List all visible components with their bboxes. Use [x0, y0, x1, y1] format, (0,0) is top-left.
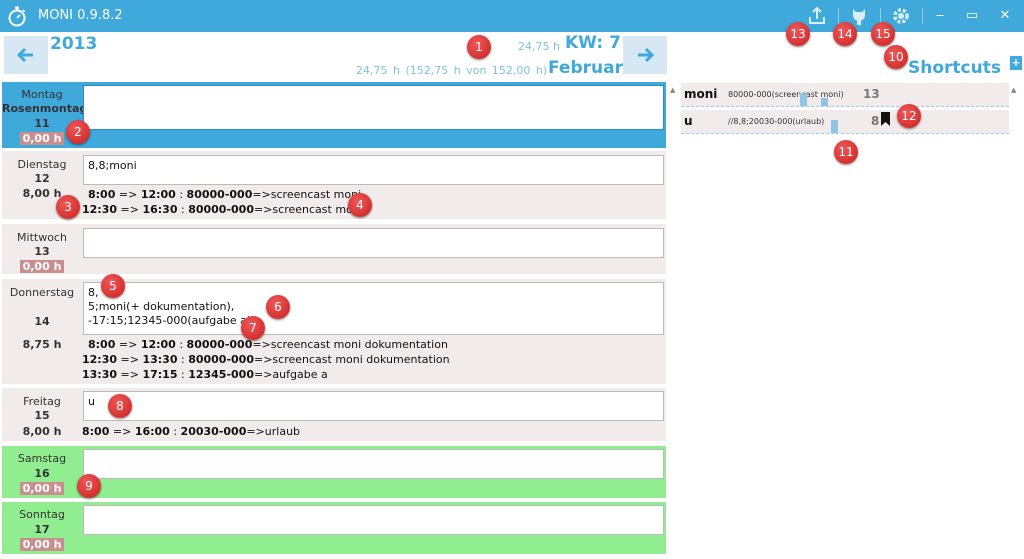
annotation-badge: 12 [897, 104, 921, 128]
add-shortcut-button[interactable]: + [1010, 56, 1022, 70]
time-segment: 13:30 => 17:15 : 12345-000=>aufgabe a [82, 368, 328, 381]
bookmark-icon[interactable] [881, 112, 890, 126]
usage-bar [821, 98, 828, 106]
day-number: 12 [34, 172, 50, 185]
annotation-badge: 10 [884, 45, 908, 69]
shortcuts-title: Shortcuts [908, 58, 1001, 78]
app-title: MONI 0.9.8.2 [38, 8, 123, 23]
title-bar: MONI 0.9.8.2 ‒ ▭ ✕ [0, 0, 1024, 32]
day-friday: Freitag 15 8,00 h u 8:00 => 16:00 : 2003… [2, 388, 666, 441]
annotation-badge: 2 [66, 120, 90, 144]
arrow-left-icon [17, 47, 33, 63]
gear-icon[interactable] [889, 4, 913, 28]
shortcut-key: moni [684, 87, 718, 101]
day-number: 17 [34, 523, 50, 536]
next-week-button[interactable] [623, 36, 667, 74]
day-name: Montag [21, 88, 63, 101]
day-hours: 8,00 h [22, 425, 62, 438]
day-tuesday: Dienstag 12 8,00 h 8,8;moni 8:00 => 12:0… [2, 151, 666, 219]
time-segment: 8:00 => 16:00 : 20030-000=>urlaub [82, 425, 301, 438]
time-segment: 12:30 => 16:30 : 80000-000=>screencast m… [82, 203, 363, 216]
entry-input-saturday[interactable] [83, 449, 664, 479]
day-hours: 0,00 h [2, 260, 82, 273]
entry-input-tuesday[interactable]: 8,8;moni [83, 155, 664, 185]
entry-input-sunday[interactable] [83, 505, 664, 535]
day-name: Mittwoch [17, 231, 67, 244]
day-number: 16 [34, 467, 50, 480]
stopwatch-icon [8, 6, 26, 27]
annotation-badge: 1 [467, 35, 491, 59]
entry-input-friday[interactable]: u [83, 391, 664, 421]
time-segment: 8:00 => 12:00 : 80000-000=>screencast mo… [88, 188, 362, 201]
day-thursday: Donnerstag 14 8,75 h 8, 5;moni(+ dokumen… [2, 279, 666, 384]
entry-input-thursday[interactable]: 8, 5;moni(+ dokumentation), -17:15;12345… [83, 282, 664, 335]
shortcut-count: 13 [863, 87, 880, 101]
week-hours: 24,75 h [518, 40, 560, 53]
annotation-badge: 15 [871, 22, 895, 46]
holiday-name: Rosenmontag [2, 102, 88, 115]
arrow-right-icon [638, 47, 654, 63]
annotation-badge: 6 [266, 295, 290, 319]
usage-bar [831, 120, 838, 133]
day-name: Sonntag [19, 508, 65, 521]
entry-input-wednesday[interactable] [83, 228, 664, 258]
annotation-badge: 4 [348, 193, 372, 217]
annotation-badge: 8 [108, 394, 132, 418]
shortcut-row-u[interactable]: u //8,8;20030-000(urlaub) 8 [681, 110, 1009, 134]
day-number: 14 [34, 315, 50, 328]
week-label: KW: 7 [565, 33, 621, 53]
day-name: Donnerstag [9, 286, 75, 299]
day-wednesday: Mittwoch 13 0,00 h [2, 224, 666, 274]
shortcut-count: 8 [871, 114, 880, 128]
day-number: 15 [34, 409, 50, 422]
day-saturday: Samstag 16 0,00 h [2, 446, 666, 498]
day-hours: 8,75 h [22, 338, 62, 351]
day-name: Freitag [23, 395, 61, 408]
scroll-up-icon[interactable]: ▲ [670, 86, 675, 94]
close-button[interactable]: ✕ [995, 6, 1015, 26]
shortcut-row-moni[interactable]: moni 80000-000(screencast moni) 13 [681, 83, 1009, 107]
shortcut-value: //8,8;20030-000(urlaub) [728, 117, 825, 126]
year-label: 2013 [50, 34, 98, 54]
annotation-badge: 13 [786, 22, 810, 46]
shortcut-key: u [684, 114, 693, 128]
day-hours: 0,00 h [2, 538, 82, 551]
annotation-badge: 9 [77, 474, 101, 498]
usage-bar [800, 93, 807, 106]
day-monday: Montag Rosenmontag 11 0,00 h [2, 82, 666, 148]
annotation-badge: 11 [834, 140, 858, 164]
annotation-badge: 3 [56, 195, 80, 219]
day-name: Samstag [17, 452, 67, 465]
month-summary: 24,75 h (152,75 h von 152,00 h) [356, 64, 548, 77]
prev-week-button[interactable] [4, 36, 48, 74]
maximize-button[interactable]: ▭ [962, 6, 982, 26]
time-segment: 8:00 => 12:00 : 80000-000=>screencast mo… [88, 338, 448, 351]
entry-input-monday[interactable] [83, 85, 664, 130]
minimize-button[interactable]: ‒ [930, 6, 950, 26]
annotation-badge: 5 [101, 274, 125, 298]
day-name: Dienstag [17, 158, 67, 171]
export-icon[interactable] [805, 4, 829, 28]
day-number: 13 [34, 245, 50, 258]
day-hours: 0,00 h [2, 482, 82, 495]
month-label: Februar [548, 58, 623, 78]
day-sunday: Sonntag 17 0,00 h [2, 502, 666, 554]
scroll-up-icon[interactable]: ▲ [1011, 86, 1016, 94]
annotation-badge: 7 [241, 316, 265, 340]
time-segment: 12:30 => 13:30 : 80000-000=>screencast m… [82, 353, 450, 366]
annotation-badge: 14 [833, 22, 857, 46]
